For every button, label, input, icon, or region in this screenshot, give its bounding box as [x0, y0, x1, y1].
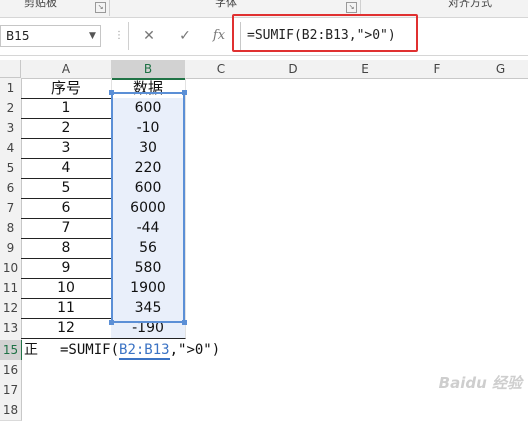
cell-b1[interactable]: 数据 — [111, 78, 186, 99]
cell-a13[interactable]: 12 — [21, 318, 112, 339]
cell-b13[interactable]: -190 — [111, 318, 186, 339]
row-header-12[interactable]: 12 — [0, 298, 22, 319]
column-header-f[interactable]: F — [401, 60, 474, 79]
cell-a6[interactable]: 5 — [21, 178, 112, 199]
cell-b11[interactable]: 1900 — [111, 278, 186, 299]
cell-b5[interactable]: 220 — [111, 158, 186, 179]
row-header-4[interactable]: 4 — [0, 138, 22, 159]
column-header-c[interactable]: C — [185, 60, 258, 79]
formula-end: ,">0") — [169, 342, 221, 358]
select-all-corner[interactable] — [0, 60, 21, 78]
cell-b12[interactable]: 345 — [111, 298, 186, 319]
formula-range-ref: B2:B13 — [119, 342, 170, 360]
watermark-logo: Baidu 经验 — [438, 374, 522, 392]
enter-icon[interactable]: ✓ — [172, 24, 198, 48]
ribbon-group-alignment: 对齐方式 — [448, 0, 492, 9]
row-header-16[interactable]: 16 — [0, 360, 22, 381]
cell-b7[interactable]: 6000 — [111, 198, 186, 219]
cell-a7[interactable]: 6 — [21, 198, 112, 219]
row-header-6[interactable]: 6 — [0, 178, 22, 199]
clipboard-launcher-icon[interactable]: ↘ — [95, 2, 106, 13]
cell-b15-editor[interactable]: 正 =SUMIF(B2:B13,">0") — [22, 340, 238, 361]
column-header-a[interactable]: A — [21, 60, 112, 79]
row-header-9[interactable]: 9 — [0, 238, 22, 259]
name-box-dropdown-icon[interactable]: ▼ — [84, 25, 101, 47]
formula-highlight-box — [232, 14, 418, 52]
cell-b10[interactable]: 580 — [111, 258, 186, 279]
row-header-13[interactable]: 13 — [0, 318, 22, 339]
row-header-18[interactable]: 18 — [0, 400, 22, 421]
cell-b6[interactable]: 600 — [111, 178, 186, 199]
cell-b2[interactable]: 600 — [111, 98, 186, 119]
font-launcher-icon[interactable]: ↘ — [346, 2, 357, 13]
row-header-7[interactable]: 7 — [0, 198, 22, 219]
row-header-10[interactable]: 10 — [0, 258, 22, 279]
ribbon-group-font: 字体 — [215, 0, 237, 9]
column-header-b[interactable]: B — [111, 60, 186, 80]
cell-b4[interactable]: 30 — [111, 138, 186, 159]
column-header-g[interactable]: G — [473, 60, 528, 79]
cell-b8[interactable]: -44 — [111, 218, 186, 239]
row-header-1[interactable]: 1 — [0, 78, 22, 99]
cell-a8[interactable]: 7 — [21, 218, 112, 239]
insert-function-icon[interactable]: fx — [206, 24, 232, 48]
cell-a3[interactable]: 2 — [21, 118, 112, 139]
cell-a2[interactable]: 1 — [21, 98, 112, 119]
cell-b9[interactable]: 56 — [111, 238, 186, 259]
cell-a11[interactable]: 10 — [21, 278, 112, 299]
row-header-11[interactable]: 11 — [0, 278, 22, 299]
cell-a15-text: 正 — [24, 342, 38, 358]
row-header-15[interactable]: 15 — [0, 340, 23, 361]
cell-a10[interactable]: 9 — [21, 258, 112, 279]
cell-a5[interactable]: 4 — [21, 158, 112, 179]
column-header-e[interactable]: E — [329, 60, 402, 79]
row-header-2[interactable]: 2 — [0, 98, 22, 119]
cell-a9[interactable]: 8 — [21, 238, 112, 259]
row-header-8[interactable]: 8 — [0, 218, 22, 239]
row-header-17[interactable]: 17 — [0, 380, 22, 401]
cell-a4[interactable]: 3 — [21, 138, 112, 159]
ribbon-group-clipboard: 剪贴板 — [24, 0, 57, 9]
ribbon-divider — [109, 0, 110, 16]
cell-a12[interactable]: 11 — [21, 298, 112, 319]
range-handle[interactable] — [182, 320, 187, 325]
formula-bar-divider — [128, 22, 129, 50]
cell-b3[interactable]: -10 — [111, 118, 186, 139]
range-handle[interactable] — [109, 90, 114, 95]
formula-start: =SUMIF( — [60, 342, 120, 358]
row-header-5[interactable]: 5 — [0, 158, 22, 179]
range-handle[interactable] — [182, 90, 187, 95]
row-header-3[interactable]: 3 — [0, 118, 22, 139]
cancel-icon[interactable]: ✕ — [136, 24, 162, 48]
cell-a1[interactable]: 序号 — [21, 78, 112, 99]
range-handle[interactable] — [109, 320, 114, 325]
column-header-d[interactable]: D — [257, 60, 330, 79]
